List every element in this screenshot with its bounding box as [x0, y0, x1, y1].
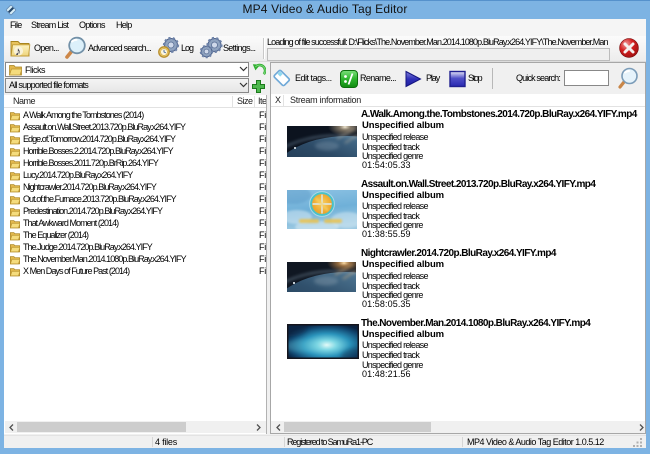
svg-text:♪: ♪: [15, 46, 21, 58]
